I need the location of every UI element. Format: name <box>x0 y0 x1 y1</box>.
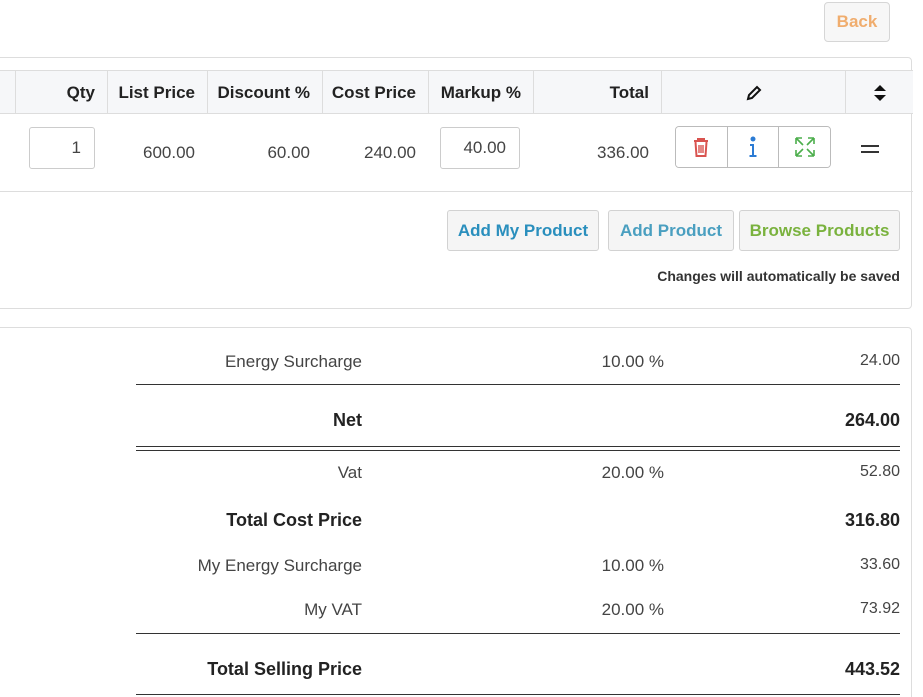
energy-surcharge-label: Energy Surcharge <box>224 352 362 371</box>
total-selling-value: 443.52 <box>844 659 900 679</box>
drag-handle-icon[interactable] <box>861 145 879 159</box>
pencil-icon <box>746 85 761 100</box>
my-energy-surcharge-value: 33.60 <box>859 556 900 573</box>
expand-icon <box>794 137 815 157</box>
divider <box>136 694 900 695</box>
col-edit[interactable] <box>661 71 845 114</box>
discount-cell: 60.00 <box>267 143 310 162</box>
double-divider-top <box>136 446 900 447</box>
sort-icon <box>873 84 886 101</box>
total-selling-label: Total Selling Price <box>207 659 362 679</box>
info-button[interactable] <box>727 127 780 167</box>
add-my-product-button[interactable]: Add My Product <box>447 210 599 251</box>
list-price-cell: 600.00 <box>143 143 195 162</box>
col-discount[interactable]: Discount % <box>207 71 322 114</box>
divider <box>136 384 900 385</box>
energy-surcharge-value: 24.00 <box>859 352 900 369</box>
double-divider-bottom <box>136 450 900 451</box>
net-value: 264.00 <box>844 410 900 430</box>
my-vat-label: My VAT <box>304 600 362 619</box>
my-energy-surcharge-label: My Energy Surcharge <box>197 556 362 575</box>
table-header: Qty List Price Discount % Cost Price Mar… <box>0 70 913 114</box>
col-total[interactable]: Total <box>533 71 661 114</box>
qty-input[interactable]: 1 <box>29 127 95 169</box>
my-energy-surcharge-pct: 10.00 % <box>601 556 664 575</box>
col-list-price[interactable]: List Price <box>107 71 207 114</box>
markup-input[interactable]: 40.00 <box>440 127 520 169</box>
net-label: Net <box>332 410 362 430</box>
col-cost-price[interactable]: Cost Price <box>322 71 428 114</box>
vat-label: Vat <box>337 463 362 482</box>
top-bar: Back <box>0 0 923 58</box>
vat-value: 52.80 <box>859 463 900 480</box>
my-vat-pct: 20.00 % <box>601 600 664 619</box>
col-qty[interactable]: Qty <box>15 71 107 114</box>
vat-pct: 20.00 % <box>601 463 664 482</box>
col-markup[interactable]: Markup % <box>428 71 533 114</box>
totals-panel: Energy Surcharge 10.00 % 24.00 Net 264.0… <box>0 327 912 697</box>
row-actions <box>675 126 831 168</box>
total-cost-label: Total Cost Price <box>226 510 362 530</box>
total-cell: 336.00 <box>597 143 649 162</box>
info-icon <box>749 136 757 157</box>
delete-button[interactable] <box>676 127 728 167</box>
total-cost-value: 316.80 <box>844 510 900 530</box>
expand-button[interactable] <box>779 127 830 167</box>
autosave-note: Changes will automatically be saved <box>657 268 900 284</box>
col-sort[interactable] <box>845 71 913 114</box>
browse-products-button[interactable]: Browse Products <box>739 210 900 251</box>
divider <box>136 633 900 634</box>
my-vat-value: 73.92 <box>859 600 900 617</box>
back-button[interactable]: Back <box>824 2 890 42</box>
trash-icon <box>694 138 709 157</box>
products-panel: Qty List Price Discount % Cost Price Mar… <box>0 57 913 309</box>
table-row: 1 600.00 60.00 240.00 40.00 336.00 <box>0 114 913 192</box>
energy-surcharge-pct: 10.00 % <box>601 352 664 371</box>
cost-price-cell: 240.00 <box>364 143 416 162</box>
add-product-button[interactable]: Add Product <box>608 210 734 251</box>
